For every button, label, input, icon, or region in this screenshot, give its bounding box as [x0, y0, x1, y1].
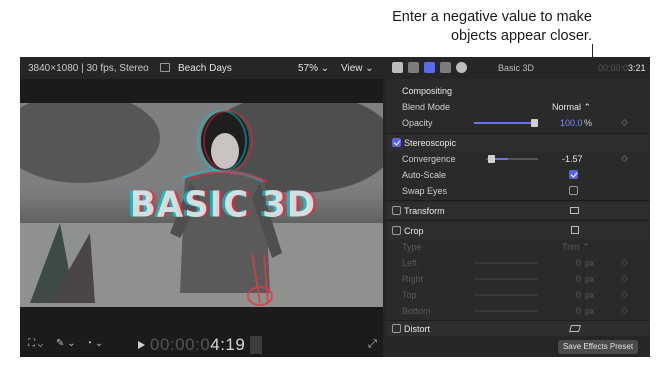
convergence-keyframe-icon[interactable] — [620, 154, 629, 163]
video-frame: BASIC 3D — [20, 103, 383, 307]
crop-left-row: Left 0 px — [386, 255, 650, 271]
section-divider — [386, 220, 650, 221]
inspector-duration: 00:00:03:21 — [598, 63, 646, 73]
viewer-panel: 3840×1080 | 30 fps, Stereo Beach Days 57… — [20, 57, 383, 357]
opacity-slider-knob[interactable] — [531, 119, 538, 127]
info-inspector-tab-icon[interactable] — [456, 62, 467, 73]
crop-right-slider[interactable] — [474, 278, 538, 280]
fullscreen-icon[interactable]: ⤢ — [368, 338, 377, 351]
auto-scale-checkbox[interactable] — [569, 170, 578, 179]
swap-eyes-row: Swap Eyes — [386, 183, 650, 199]
basic-3d-title-overlay: BASIC 3D — [130, 184, 317, 226]
zoom-menu[interactable]: 57% ⌄ — [298, 63, 329, 74]
transform-section-header[interactable]: Transform — [386, 203, 650, 219]
stereoscopic-enable-checkbox[interactable] — [392, 138, 401, 147]
opacity-slider[interactable] — [474, 119, 538, 127]
callout-line-1: Enter a negative value to make — [392, 9, 592, 25]
opacity-row: Opacity 100.0 % — [386, 115, 650, 131]
distort-section-header[interactable]: Distort — [386, 321, 650, 337]
video-inspector-tab-icon[interactable] — [424, 62, 435, 73]
opacity-keyframe-icon[interactable] — [620, 118, 629, 127]
inspector-title: Basic 3D — [498, 63, 535, 73]
viewer-controls: ⛶ ⌄ ✎ ⌄ ◔ ⌄ 00:00:04:19 ⤢ — [20, 333, 383, 357]
swap-eyes-checkbox[interactable] — [569, 186, 578, 195]
view-menu[interactable]: View ⌄ — [341, 63, 374, 74]
crop-enable-checkbox[interactable] — [392, 226, 401, 235]
opacity-unit: % — [584, 118, 593, 128]
crop-type-row: Type Trim ⌃ — [402, 242, 590, 253]
inspector-panel: Basic 3D 00:00:03:21 Compositing Blend M… — [386, 57, 650, 357]
crop-left-keyframe-icon[interactable] — [620, 258, 629, 267]
save-effects-preset-button[interactable]: Save Effects Preset — [558, 340, 638, 354]
crop-bottom-keyframe-icon[interactable] — [620, 306, 629, 315]
convergence-slider[interactable] — [486, 155, 538, 163]
crop-left-slider[interactable] — [474, 262, 538, 264]
crop-type-popup[interactable]: Trim ⌃ — [562, 242, 590, 253]
crop-top-slider[interactable] — [474, 294, 538, 296]
viewer-header: 3840×1080 | 30 fps, Stereo Beach Days 57… — [20, 57, 383, 79]
crop-right-row: Right 0 px — [386, 271, 650, 287]
callout-annotation: Enter a negative value to make objects a… — [330, 8, 592, 46]
inspector-header: Basic 3D 00:00:03:21 — [386, 57, 650, 79]
section-divider — [386, 133, 650, 134]
auto-scale-row: Auto-Scale — [386, 167, 650, 183]
title-inspector-tab-icon[interactable] — [392, 62, 403, 73]
callout-line-2: objects appear closer. — [450, 28, 592, 44]
enhance-wand-icon[interactable]: ✎ ⌄ — [56, 338, 76, 349]
project-title: Beach Days — [178, 63, 232, 74]
distort-enable-checkbox[interactable] — [392, 324, 401, 333]
transform-tool-icon[interactable]: ⛶ ⌄ — [28, 338, 43, 349]
crop-top-keyframe-icon[interactable] — [620, 290, 629, 299]
transform-onscreen-icon[interactable] — [570, 207, 579, 214]
section-divider — [386, 200, 650, 201]
inspector-footer: Save Effects Preset — [386, 336, 650, 357]
text-inspector-tab-icon[interactable] — [408, 62, 419, 73]
crop-right-keyframe-icon[interactable] — [620, 274, 629, 283]
crop-top-row: Top 0 px — [386, 287, 650, 303]
blend-mode-popup[interactable]: Normal ⌃ — [552, 102, 591, 113]
opacity-value-field[interactable]: 100.0 — [560, 118, 583, 128]
blend-mode-row: Blend Mode Normal ⌃ — [402, 102, 592, 113]
viewer-timecode: 00:00:04:19 — [150, 335, 246, 354]
retime-speed-icon[interactable]: ◔ ⌄ — [86, 338, 103, 349]
crop-section-header[interactable]: Crop — [386, 223, 650, 239]
stereoscopic-section-header[interactable]: Stereoscopic — [386, 135, 650, 151]
color-inspector-tab-icon[interactable] — [440, 62, 451, 73]
transform-enable-checkbox[interactable] — [392, 206, 401, 215]
distort-onscreen-icon[interactable] — [569, 325, 581, 332]
audio-meter — [250, 336, 262, 354]
crop-bottom-row: Bottom 0 px — [386, 303, 650, 319]
compositing-section-header[interactable]: Compositing — [386, 83, 650, 99]
crop-bottom-slider[interactable] — [474, 310, 538, 312]
clapper-icon — [160, 63, 170, 72]
convergence-value-field[interactable]: -1.57 — [562, 154, 583, 164]
convergence-slider-knob[interactable] — [488, 155, 495, 163]
format-specs: 3840×1080 | 30 fps, Stereo — [28, 63, 149, 74]
play-icon[interactable] — [138, 341, 145, 349]
crop-onscreen-icon[interactable] — [571, 226, 579, 234]
final-cut-window: 3840×1080 | 30 fps, Stereo Beach Days 57… — [20, 57, 650, 357]
convergence-row: Convergence -1.57 — [386, 151, 650, 167]
